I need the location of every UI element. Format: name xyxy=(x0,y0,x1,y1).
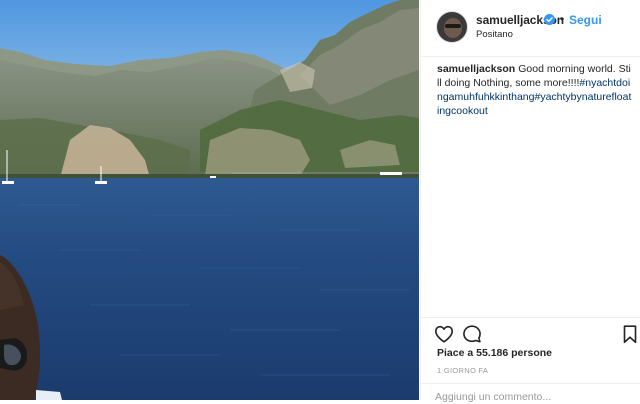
avatar-face xyxy=(444,18,462,38)
comment-bubble-icon[interactable] xyxy=(461,323,483,345)
comment-input[interactable] xyxy=(435,390,625,404)
post-timestamp: 1 GIORNO FA xyxy=(437,366,489,375)
post-caption: samuelljackson Good morning world. Still … xyxy=(437,62,633,118)
likes-count[interactable]: Piace a 55.186 persone xyxy=(437,347,552,359)
location-link[interactable]: Positano xyxy=(476,29,513,40)
post-actions xyxy=(421,317,640,347)
caption-username[interactable]: samuelljackson xyxy=(437,63,515,75)
bookmark-icon[interactable] xyxy=(619,323,640,345)
verified-badge-icon xyxy=(544,14,555,25)
avatar-glasses xyxy=(445,24,461,28)
follow-button[interactable]: Segui xyxy=(569,13,602,27)
avatar[interactable] xyxy=(437,12,467,42)
post-header: samuelljackson • Segui Positano xyxy=(421,0,640,57)
post-photo[interactable] xyxy=(0,0,419,400)
positano-sea-photo xyxy=(0,0,419,400)
heart-outline-icon[interactable] xyxy=(433,323,455,345)
comment-box xyxy=(421,383,640,404)
post-detail-panel: samuelljackson • Segui Positano samuellj… xyxy=(420,0,640,404)
separator-dot: • xyxy=(560,12,565,26)
